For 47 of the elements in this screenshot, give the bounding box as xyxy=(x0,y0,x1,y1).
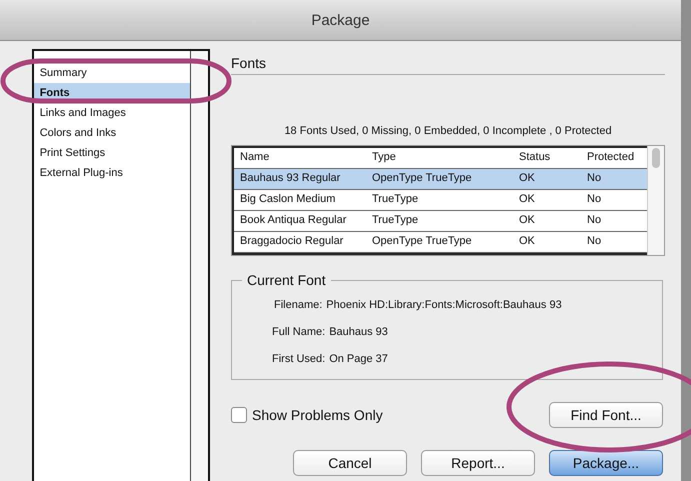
group-title: Current Font xyxy=(246,272,327,288)
table-cell-text: No xyxy=(586,234,602,249)
field-value: Phoenix HD:Library:Fonts:Microsoft:Bauhaus 93 xyxy=(326,298,562,313)
sidebar-item[interactable]: Colors and Inks xyxy=(34,123,190,143)
table-row[interactable]: Bauhaus 93 Regular OpenType TrueType OK No xyxy=(234,169,647,190)
table-cell-text: TrueType xyxy=(371,192,420,207)
table-cell-text: OpenType TrueType xyxy=(371,234,473,249)
dialog-button[interactable]: Cancel xyxy=(293,450,407,476)
table-cell-text: Book Antiqua Regular xyxy=(239,213,348,228)
column-header[interactable]: Status xyxy=(513,148,581,168)
summary-text: 18 Fonts Used, 0 Missing, 0 Embedded, 0 Incomplete , 0 Protected xyxy=(283,125,613,137)
field-label: First Used: xyxy=(272,352,326,367)
table-cell-text: Big Caslon Medium xyxy=(239,192,336,207)
dialog-button[interactable]: Report... xyxy=(421,450,535,476)
table-cell-text: No xyxy=(586,192,602,207)
scroll-thumb[interactable] xyxy=(652,148,660,168)
sidebar-item[interactable]: External Plug-ins xyxy=(34,163,190,183)
column-header[interactable]: Protected xyxy=(581,148,647,168)
table-cell-text: Bauhaus 93 Regular xyxy=(239,171,342,186)
table-row[interactable]: Big Caslon Medium TrueType OK No xyxy=(234,190,647,211)
dialog-button[interactable]: Package... xyxy=(549,450,663,476)
table-cell-text: OK xyxy=(518,213,536,228)
field-value: On Page 37 xyxy=(329,352,388,367)
section-title: Fonts xyxy=(231,55,268,71)
sidebar-item[interactable]: Print Settings xyxy=(34,143,190,163)
table-cell-text: Braggadocio Regular xyxy=(239,234,344,249)
checkbox[interactable] xyxy=(231,407,247,423)
window-title: Package xyxy=(311,12,370,28)
column-header[interactable]: Name xyxy=(234,148,366,168)
field-label: Filename: xyxy=(274,298,322,313)
table-cell-text: No xyxy=(586,171,602,186)
checkbox-label[interactable]: Show Problems Only xyxy=(252,407,383,423)
table-cell-text: No xyxy=(586,213,602,228)
column-header[interactable]: Type xyxy=(366,148,513,168)
scrollbar[interactable] xyxy=(647,146,664,255)
table-row[interactable]: Book Antiqua Regular TrueType OK No xyxy=(234,211,647,232)
sidebar-item[interactable]: Links and Images xyxy=(34,103,190,123)
table-cell-text: OK xyxy=(518,171,536,186)
table-cell-text: OK xyxy=(518,192,536,207)
field-label: Full Name: xyxy=(272,325,326,340)
table-cell-text: OpenType TrueType xyxy=(371,171,473,186)
sidebar-item[interactable]: Summary xyxy=(34,63,190,83)
find-font-button[interactable]: Find Font... xyxy=(549,402,663,428)
table-row[interactable]: Braggadocio Regular OpenType TrueType OK No xyxy=(234,232,647,253)
table-cell-text: OK xyxy=(518,234,536,249)
field-value: Bauhaus 93 xyxy=(329,325,388,340)
table-cell-text: TrueType xyxy=(371,213,420,228)
